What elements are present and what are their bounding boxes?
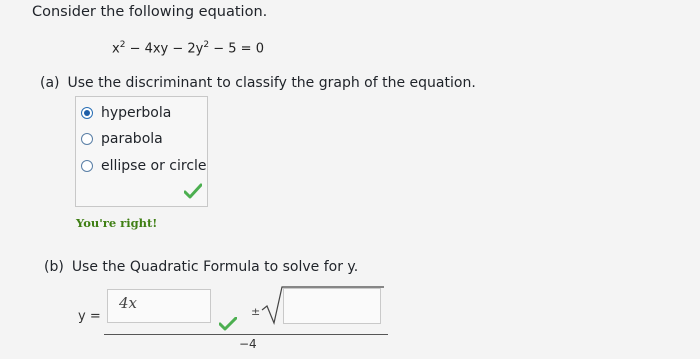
fraction-bar bbox=[104, 334, 388, 335]
part-a-label: (a) bbox=[40, 75, 60, 91]
check-icon bbox=[219, 317, 237, 331]
equation: x2 − 4xy − 2y2 − 5 = 0 bbox=[112, 40, 264, 57]
choice-ellipse-or-circle[interactable]: ellipse or circle bbox=[81, 158, 207, 174]
numerator-input[interactable]: 4x bbox=[107, 289, 211, 323]
denominator-value: −4 bbox=[239, 337, 257, 351]
choice-label: ellipse or circle bbox=[101, 158, 207, 174]
check-icon bbox=[184, 183, 202, 199]
feedback-text: You're right! bbox=[76, 216, 158, 230]
sqrt-input[interactable] bbox=[283, 288, 381, 324]
part-a-text: Use the discriminant to classify the gra… bbox=[67, 75, 476, 91]
y-equals-label: y = bbox=[78, 309, 101, 324]
radio-selected-icon[interactable] bbox=[81, 107, 93, 119]
radio-icon[interactable] bbox=[81, 133, 93, 145]
part-a-question: (a) Use the discriminant to classify the … bbox=[40, 75, 476, 91]
choice-label: parabola bbox=[101, 131, 163, 147]
part-b-text: Use the Quadratic Formula to solve for y… bbox=[71, 259, 359, 275]
choice-parabola[interactable]: parabola bbox=[81, 131, 163, 147]
answer-choices: hyperbola parabola ellipse or circle bbox=[75, 96, 208, 207]
radio-icon[interactable] bbox=[81, 160, 93, 172]
choice-label: hyperbola bbox=[101, 105, 172, 121]
part-b-label: (b) bbox=[44, 259, 64, 275]
plus-minus-sign: ± bbox=[251, 305, 261, 318]
choice-hyperbola[interactable]: hyperbola bbox=[81, 105, 171, 121]
intro-text: Consider the following equation. bbox=[32, 4, 268, 20]
part-b-question: (b) Use the Quadratic Formula to solve fo… bbox=[44, 259, 358, 275]
